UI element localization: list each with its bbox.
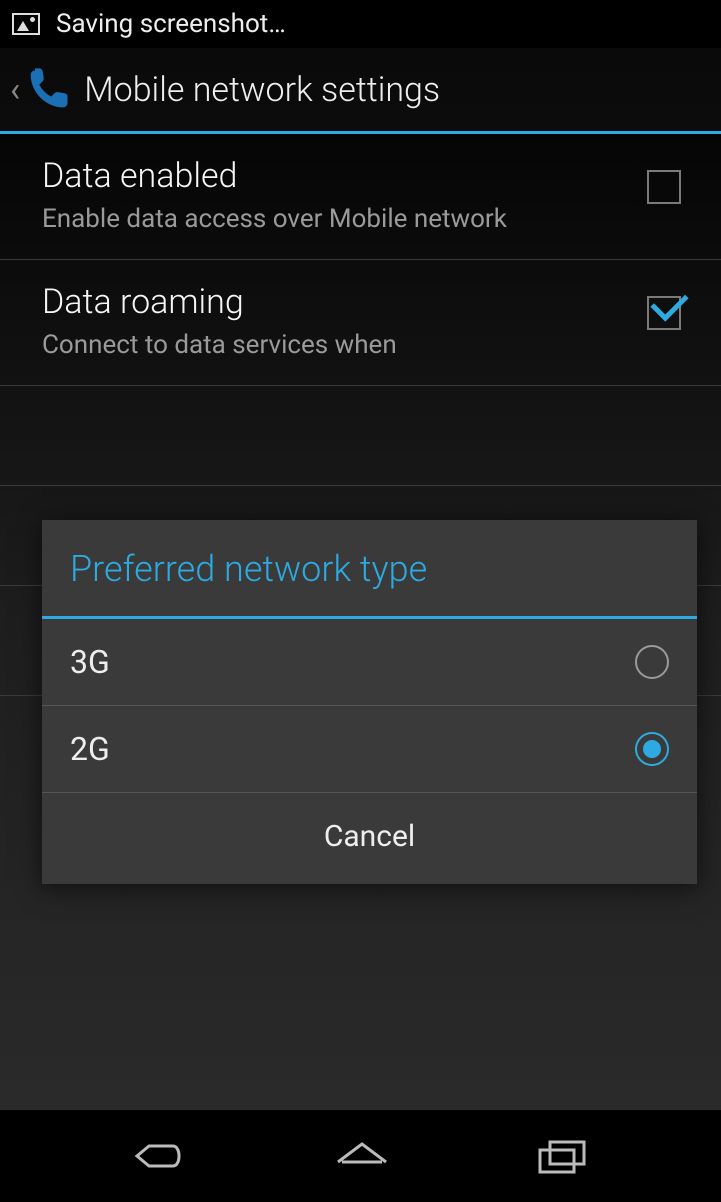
option-label: 2G	[70, 730, 110, 768]
navigation-bar	[0, 1110, 721, 1202]
cancel-button[interactable]: Cancel	[42, 793, 697, 884]
setting-data-roaming[interactable]: Data roaming Connect to data services wh…	[0, 260, 721, 386]
setting-subtitle: Enable data access over Mobile network	[42, 202, 627, 237]
checkbox-data-roaming[interactable]	[647, 296, 681, 330]
dialog-title: Preferred network type	[42, 520, 697, 619]
status-bar: Saving screenshot…	[0, 0, 721, 48]
home-nav-icon[interactable]	[330, 1136, 394, 1176]
dialog-option-2g[interactable]: 2G	[42, 706, 697, 793]
setting-data-enabled[interactable]: Data enabled Enable data access over Mob…	[0, 134, 721, 260]
checkbox-data-enabled[interactable]	[647, 170, 681, 204]
option-label: 3G	[70, 643, 110, 681]
setting-title: Data enabled	[42, 156, 627, 196]
status-text: Saving screenshot…	[56, 9, 286, 39]
page-title: Mobile network settings	[84, 70, 440, 110]
back-icon[interactable]: ‹	[10, 70, 20, 110]
recent-nav-icon[interactable]	[532, 1136, 592, 1176]
setting-title: Data roaming	[42, 282, 627, 322]
action-bar[interactable]: ‹ Mobile network settings	[0, 48, 721, 134]
radio-2g[interactable]	[635, 732, 669, 766]
back-nav-icon[interactable]	[129, 1136, 193, 1176]
image-icon	[12, 13, 40, 35]
radio-3g[interactable]	[635, 645, 669, 679]
phone-icon	[22, 64, 74, 116]
setting-subtitle: Connect to data services when	[42, 328, 627, 363]
setting-hidden-row[interactable]	[0, 386, 721, 486]
dialog-option-3g[interactable]: 3G	[42, 619, 697, 706]
settings-list: Data enabled Enable data access over Mob…	[0, 134, 721, 1110]
dialog-preferred-network: Preferred network type 3G 2G Cancel	[42, 520, 697, 884]
